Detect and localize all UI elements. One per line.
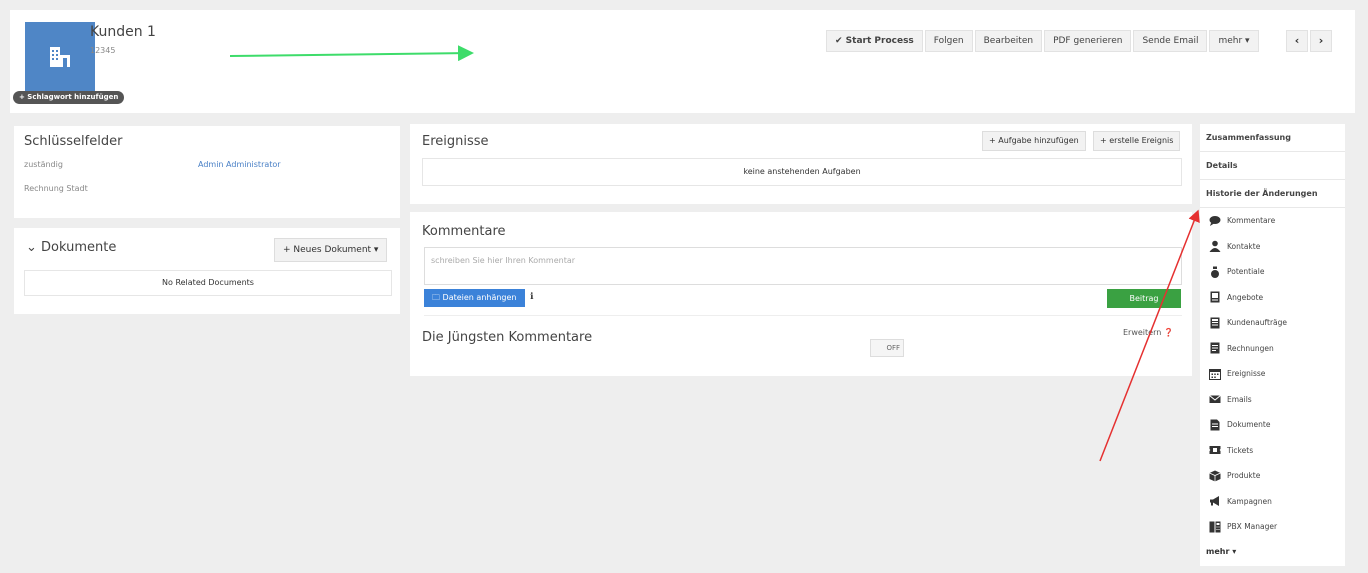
field-label-assigned: zuständig: [24, 160, 63, 169]
record-navigation: ‹ ›: [1286, 30, 1332, 52]
no-pending-tasks-message: keine anstehenden Aufgaben: [422, 158, 1182, 186]
field-label-billing-city: Rechnung Stadt: [24, 184, 88, 193]
sidebar-item-potentials[interactable]: Potentiale: [1200, 259, 1345, 285]
related-sidebar: Zusammenfassung Details Historie der Änd…: [1200, 124, 1345, 566]
sidebar-item-label: PBX Manager: [1227, 522, 1278, 532]
expand-toggle-label: Erweitern ❓: [1123, 328, 1174, 337]
record-header: Kunden 1 12345 + Schlagwort hinzufügen ✔…: [10, 10, 1355, 113]
sidebar-item-label: Emails: [1227, 394, 1252, 404]
no-documents-message: No Related Documents: [24, 270, 392, 296]
sidebar-item-campaigns[interactable]: Kampagnen: [1200, 489, 1345, 515]
megaphone-icon: [1210, 496, 1219, 507]
sidebar-item-label: Angebote: [1227, 292, 1264, 302]
add-task-button[interactable]: + Aufgabe hinzufügen: [982, 131, 1086, 151]
sidebar-item-emails[interactable]: Emails: [1200, 387, 1345, 413]
expand-toggle[interactable]: OFF: [870, 339, 904, 357]
tab-details[interactable]: Details: [1200, 152, 1345, 180]
sidebar-item-label: Kontakte: [1227, 241, 1261, 251]
comments-title: Kommentare: [422, 224, 506, 239]
record-name: Kunden 1: [90, 24, 156, 40]
sidebar-item-label: Rechnungen: [1227, 343, 1274, 353]
documents-panel: ⌄ Dokumente + Neues Dokument ▾ No Relate…: [14, 228, 400, 314]
key-fields-title: Schlüsselfelder: [24, 134, 123, 149]
ticket-icon: [1209, 446, 1221, 455]
sidebar-item-sales-orders[interactable]: Kundenaufträge: [1200, 310, 1345, 336]
sidebar-more-button[interactable]: mehr ▾: [1206, 547, 1236, 556]
add-tag-button[interactable]: + Schlagwort hinzufügen: [13, 91, 125, 104]
product-icon: [1209, 470, 1221, 482]
edit-button[interactable]: Bearbeiten: [974, 30, 1043, 52]
sidebar-item-quotes[interactable]: Angebote: [1200, 285, 1345, 311]
comment-icon: [1209, 215, 1221, 226]
latest-comments-title: Die Jüngsten Kommentare: [422, 330, 593, 345]
attach-files-button[interactable]: 🗀 Dateien anhängen: [424, 289, 525, 307]
sidebar-item-tickets[interactable]: Tickets: [1200, 438, 1345, 464]
money-bag-icon: [1211, 266, 1219, 278]
key-fields-panel: Schlüsselfelder zuständig Admin Administ…: [14, 126, 400, 218]
sidebar-item-label: Dokumente: [1227, 420, 1271, 430]
documents-title[interactable]: ⌄ Dokumente: [26, 240, 116, 255]
sidebar-item-pbx-manager[interactable]: PBX Manager: [1200, 514, 1345, 540]
post-comment-button[interactable]: Beitrag: [1107, 289, 1181, 308]
building-icon: [50, 47, 70, 67]
sidebar-item-events[interactable]: Ereignisse: [1200, 361, 1345, 387]
new-document-button[interactable]: + Neues Dokument ▾: [274, 238, 388, 262]
start-process-button[interactable]: ✔ Start Process: [826, 30, 923, 52]
user-icon: [1209, 240, 1221, 253]
events-title: Ereignisse: [422, 134, 489, 149]
sidebar-item-label: Kommentare: [1227, 216, 1276, 226]
tab-summary[interactable]: Zusammenfassung: [1200, 124, 1345, 152]
field-value-assigned[interactable]: Admin Administrator: [198, 160, 281, 169]
previous-record-button[interactable]: ‹: [1286, 30, 1308, 52]
more-actions-button[interactable]: mehr ▾: [1209, 30, 1259, 52]
document-icon: [1210, 419, 1220, 431]
sidebar-item-invoices[interactable]: Rechnungen: [1200, 336, 1345, 362]
comments-panel: Kommentare schreiben Sie hier Ihren Komm…: [410, 212, 1192, 376]
email-icon: [1209, 395, 1221, 404]
sidebar-item-label: Ereignisse: [1227, 369, 1266, 379]
pbx-icon: [1209, 521, 1221, 533]
send-email-button[interactable]: Sende Email: [1133, 30, 1208, 52]
sidebar-item-label: Kampagnen: [1227, 496, 1272, 506]
action-toolbar: ✔ Start Process Folgen Bearbeiten PDF ge…: [826, 30, 1259, 52]
calendar-icon: [1209, 368, 1221, 380]
sidebar-item-label: Produkte: [1227, 471, 1261, 481]
info-icon[interactable]: ℹ: [530, 292, 533, 302]
divider: [424, 315, 1182, 316]
record-id: 12345: [90, 46, 116, 55]
comment-input[interactable]: schreiben Sie hier Ihren Kommentar: [424, 247, 1182, 285]
sidebar-item-products[interactable]: Produkte: [1200, 463, 1345, 489]
sidebar-item-label: Tickets: [1227, 445, 1254, 455]
generate-pdf-button[interactable]: PDF generieren: [1044, 30, 1132, 52]
invoice-icon: [1210, 342, 1220, 354]
record-avatar: [25, 22, 95, 92]
events-panel: Ereignisse + Aufgabe hinzufügen + erstel…: [410, 124, 1192, 204]
sidebar-item-label: Potentiale: [1227, 267, 1265, 277]
create-event-button[interactable]: + erstelle Ereignis: [1093, 131, 1181, 151]
follow-button[interactable]: Folgen: [924, 30, 973, 52]
sidebar-item-comments[interactable]: Kommentare: [1200, 208, 1345, 234]
order-icon: [1210, 317, 1220, 329]
next-record-button[interactable]: ›: [1310, 30, 1332, 52]
sidebar-item-label: Kundenaufträge: [1227, 318, 1288, 328]
sidebar-item-documents[interactable]: Dokumente: [1200, 412, 1345, 438]
sidebar-item-contacts[interactable]: Kontakte: [1200, 234, 1345, 260]
tab-history[interactable]: Historie der Änderungen: [1200, 180, 1345, 208]
quote-icon: [1210, 291, 1220, 303]
